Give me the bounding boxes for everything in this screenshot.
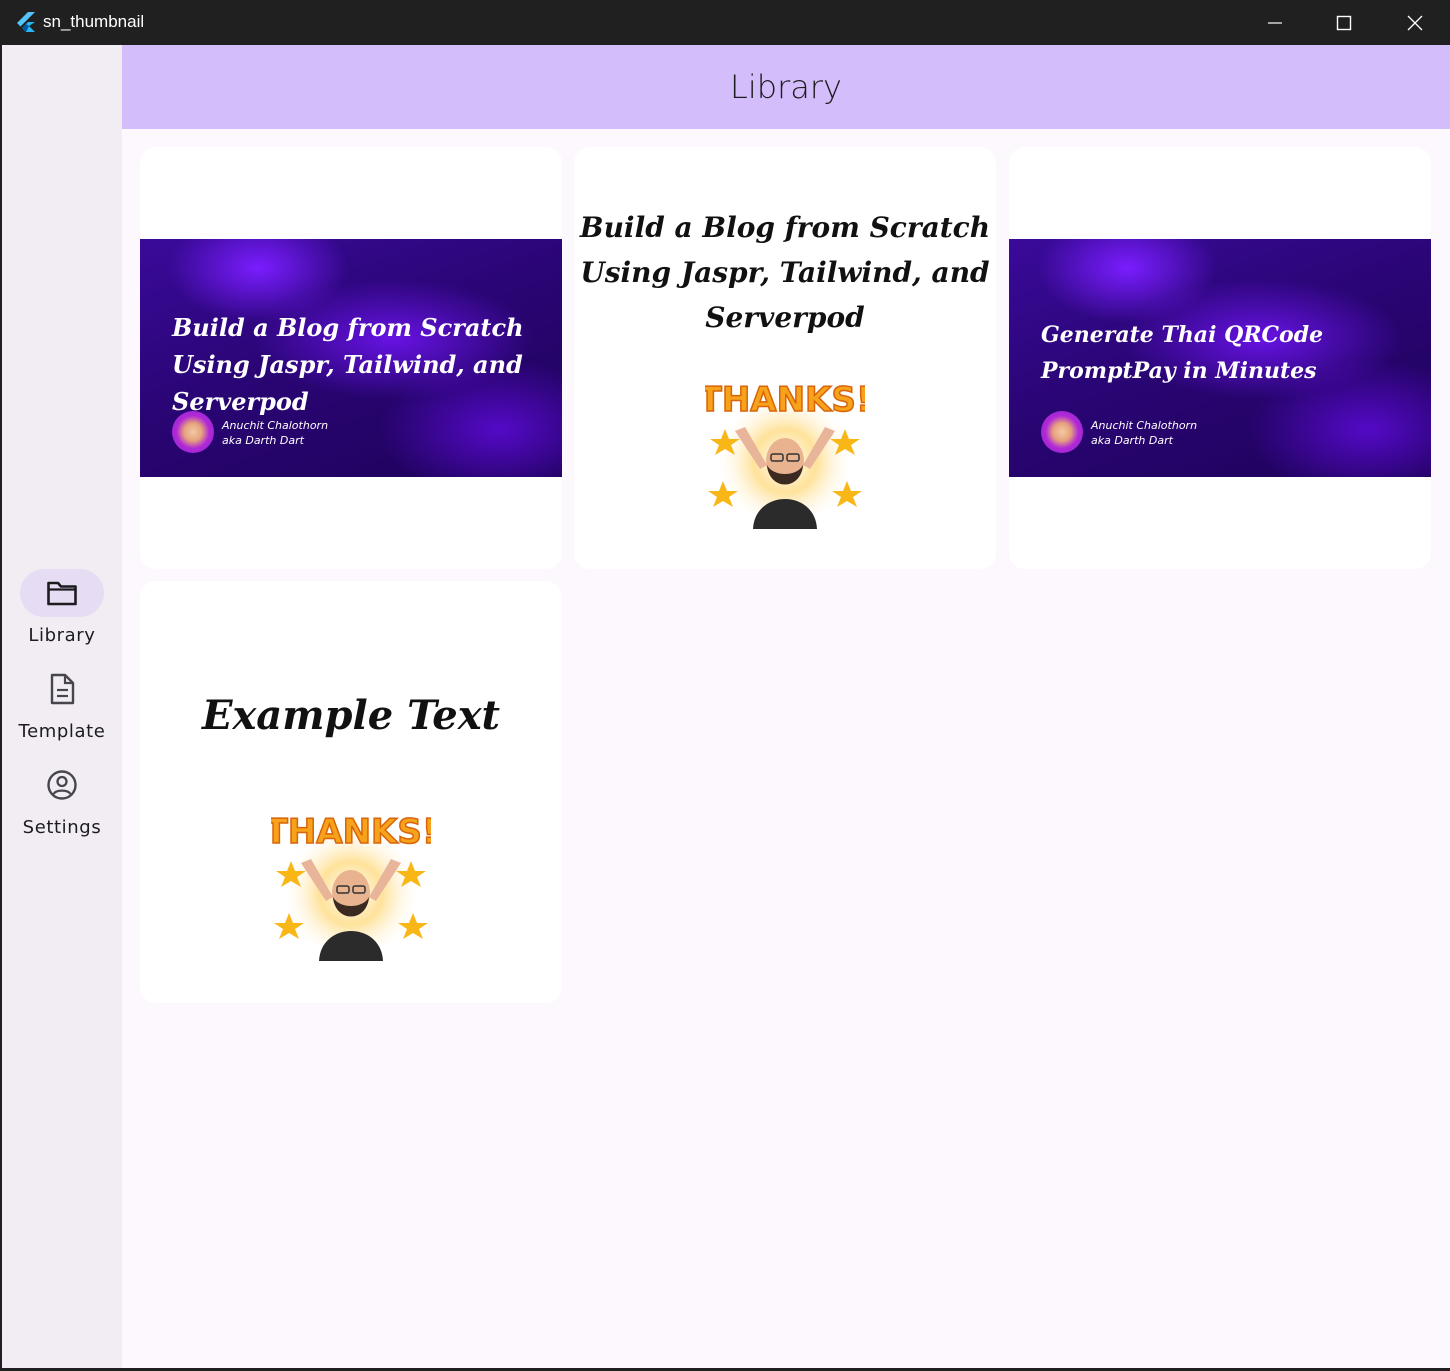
app-window: Library Template Settings Library Build … <box>2 45 1450 1368</box>
thumbnail-banner: Generate Thai QRCode PromptPay in Minute… <box>1009 239 1431 477</box>
folder-icon <box>47 581 77 606</box>
thumbnail-banner: Build a Blog from Scratch Using Jaspr, T… <box>140 239 562 477</box>
card-heading: Build a Blog from Scratch Using Jaspr, T… <box>579 211 991 334</box>
thanks-sticker-icon: THANKS! <box>271 811 431 961</box>
rail-label-settings: Settings <box>22 817 102 838</box>
page-title: Library <box>730 68 842 106</box>
navigation-rail: Library Template Settings <box>2 45 122 1368</box>
rail-active-indicator <box>20 569 104 617</box>
rail-label-template: Template <box>18 721 106 742</box>
banner-title: Generate Thai QRCode PromptPay in Minute… <box>1041 322 1324 384</box>
minimize-button[interactable] <box>1240 0 1310 45</box>
author-avatar <box>172 411 214 453</box>
maximize-button[interactable] <box>1309 0 1379 45</box>
card-heading: Example Text <box>201 692 501 739</box>
account-circle-icon <box>47 770 77 800</box>
close-button[interactable] <box>1380 0 1450 45</box>
main-content: Library Build a Blog from Scratch Using … <box>122 45 1450 1368</box>
rail-item-library[interactable]: Library <box>2 569 122 659</box>
thumbnail-card[interactable]: Example Text THANKS! <box>140 581 562 1003</box>
banner-title: Build a Blog from Scratch Using Jaspr, T… <box>172 313 524 416</box>
author-aka: aka Darth Dart <box>1091 434 1173 447</box>
flutter-logo-icon <box>17 12 35 32</box>
rail-item-template[interactable]: Template <box>2 665 122 755</box>
author-avatar <box>1041 411 1083 453</box>
title-bar: sn_thumbnail <box>0 0 1450 45</box>
maximize-icon <box>1336 15 1352 30</box>
close-icon <box>1407 15 1423 30</box>
svg-text:THANKS!: THANKS! <box>705 380 865 420</box>
rail-icon-wrap-settings <box>20 761 104 809</box>
thumbnail-card[interactable]: Build a Blog from Scratch Using Jaspr, T… <box>574 147 996 569</box>
document-icon <box>50 673 75 705</box>
thumbnail-card[interactable]: Build a Blog from Scratch Using Jaspr, T… <box>140 147 562 569</box>
author-aka: aka Darth Dart <box>222 434 304 447</box>
rail-item-settings[interactable]: Settings <box>2 761 122 851</box>
author-name: Anuchit Chalothorn <box>222 419 329 432</box>
rail-label-library: Library <box>28 625 96 646</box>
rail-icon-wrap-template <box>20 665 104 713</box>
thanks-sticker-icon: THANKS! <box>705 379 865 529</box>
author-name: Anuchit Chalothorn <box>1091 419 1198 432</box>
app-bar: Library <box>122 45 1450 129</box>
window-title: sn_thumbnail <box>43 12 145 31</box>
minimize-icon <box>1268 21 1282 24</box>
thumbnail-card[interactable]: Generate Thai QRCode PromptPay in Minute… <box>1009 147 1431 569</box>
svg-text:THANKS!: THANKS! <box>271 812 431 852</box>
